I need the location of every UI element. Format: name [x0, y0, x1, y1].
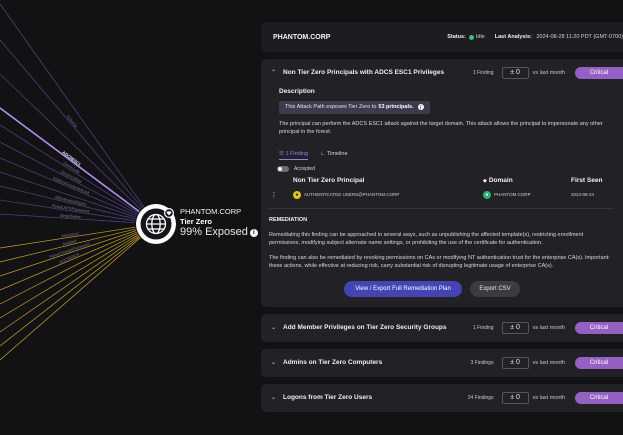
domain-title: PHANTOM.CORP: [273, 33, 331, 41]
tab-findings-label: 1 Finding: [285, 150, 309, 157]
finding-count: 24 Findings: [467, 394, 494, 401]
kebab-icon[interactable]: ⋮: [269, 191, 279, 199]
delta-label: vs last month: [532, 324, 565, 331]
principal-cell: ● AUTHENTICATED USERS@PHANTOM.CORP: [293, 190, 483, 199]
info-icon[interactable]: i: [249, 228, 258, 237]
node-name: PHANTOM.CORP: [180, 207, 242, 216]
tab-timeline-label: Timeline: [326, 151, 348, 157]
description-text: The principal can perform the ADCS ESC1 …: [279, 120, 603, 136]
exposure-text: 99% Exposed: [180, 226, 248, 238]
tab-timeline[interactable]: ∟ Timeline: [320, 151, 347, 159]
findings-panel: PHANTOM.CORP Status: Idle Last Analysis:…: [261, 22, 623, 435]
chevron-down-icon[interactable]: ⌄: [271, 394, 277, 401]
exposure-prefix: This Attack Path exposes Tier Zero to: [285, 104, 377, 110]
last-analysis: Last Analysis: 2024-08-28 11:20 PDT (GMT…: [495, 34, 623, 40]
last-analysis-label: Last Analysis:: [494, 34, 532, 40]
status-label: Status:: [447, 34, 466, 40]
status-indicator: Status: Idle: [447, 34, 485, 40]
severity-badge: Critical: [575, 391, 623, 404]
exposure-summary: This Attack Path exposes Tier Zero to 53…: [279, 100, 430, 114]
severity-badge: Critical: [575, 356, 623, 369]
chevron-up-icon[interactable]: ⌃: [271, 69, 277, 76]
status-value: Idle: [475, 34, 485, 40]
finding-card-add-member[interactable]: ⌄ Add Member Privileges on Tier Zero Sec…: [261, 313, 623, 342]
node-info: PHANTOM.CORP Tier Zero 99% Exposed i: [180, 208, 262, 238]
finding-count: 3 Findings: [470, 359, 494, 366]
finding-header[interactable]: ⌄ Logons from Tier Zero Users 24 Finding…: [261, 384, 623, 412]
table-row[interactable]: ⋮ ● AUTHENTICATED USERS@PHANTOM.CORP ● P…: [269, 188, 613, 202]
column-domain[interactable]: Domain: [483, 177, 571, 184]
severity-badge: Critical: [575, 321, 623, 334]
view-remediation-plan-button[interactable]: View / Export Full Remediation Plan: [344, 280, 462, 297]
chevron-down-icon[interactable]: ⌄: [271, 324, 277, 331]
accepted-filter: Accepted: [277, 165, 613, 172]
column-principal[interactable]: Non Tier Zero Principal: [293, 177, 483, 184]
finding-details: Description This Attack Path exposes Tie…: [261, 86, 623, 307]
finding-count: 1 Finding: [473, 69, 494, 76]
finding-card-adcs-esc1: ⌃ Non Tier Zero Principals with ADCS ESC…: [261, 59, 623, 307]
delta-label: vs last month: [532, 359, 565, 366]
remediation-text-1: Remediating this finding can be approach…: [269, 231, 584, 247]
domain-cell: ● PHANTOM.CORP: [483, 190, 571, 199]
export-csv-button[interactable]: Export CSV: [470, 280, 520, 297]
finding-header[interactable]: ⌄ Admins on Tier Zero Computers 3 Findin…: [261, 349, 623, 377]
delta-stepper: ± 0: [501, 321, 529, 334]
list-icon: ☰: [279, 150, 284, 157]
remediation-heading: REMEDIATION: [269, 216, 308, 223]
info-icon[interactable]: i: [417, 104, 424, 110]
delta-label: vs last month: [532, 69, 565, 76]
severity-badge: Critical: [575, 66, 623, 79]
status-dot-icon: [468, 34, 474, 40]
tab-findings[interactable]: ☰ 1 Finding: [279, 150, 309, 160]
delta-stepper: ± 0: [501, 391, 529, 404]
graph-edge-labels: SchemaADCSESC1GenericAllGenericWriteAddK…: [49, 114, 91, 265]
finding-title: Add Member Privileges on Tier Zero Secur…: [283, 324, 447, 331]
remediation-text-2: The finding can also be remediated by re…: [269, 254, 610, 270]
globe-icon: ●: [483, 190, 491, 199]
tier-zero-node[interactable]: [136, 204, 176, 244]
finding-tabs: ☰ 1 Finding ∟ Timeline: [279, 151, 613, 160]
accepted-label: Accepted: [294, 165, 315, 172]
finding-title: Non Tier Zero Principals with ADCS ESC1 …: [283, 69, 445, 76]
graph-edge[interactable]: [0, 236, 140, 347]
remediation-section: REMEDIATION Remediating this finding can…: [269, 207, 613, 297]
accepted-toggle[interactable]: [277, 165, 289, 172]
finding-count: 1 Finding: [473, 324, 494, 331]
node-tier: Tier Zero: [180, 216, 212, 226]
table-header: Non Tier Zero Principal Domain First See…: [279, 177, 613, 184]
remediation-actions: View / Export Full Remediation Plan Expo…: [269, 280, 605, 297]
heart-shield-icon: [164, 208, 174, 218]
finding-card-admins[interactable]: ⌄ Admins on Tier Zero Computers 3 Findin…: [261, 348, 623, 377]
delta-label: vs last month: [532, 394, 565, 401]
finding-title: Logons from Tier Zero Users: [283, 394, 373, 401]
domain-header: PHANTOM.CORP Status: Idle Last Analysis:…: [261, 22, 623, 52]
chevron-down-icon[interactable]: ⌄: [271, 359, 277, 366]
description-heading: Description: [279, 88, 315, 95]
exposure-count: 53 principals.: [378, 104, 414, 110]
first-seen-date: 2024-08-24: [571, 192, 595, 197]
chart-line-icon: ∟: [320, 151, 326, 157]
last-analysis-value: 2024-08-28 11:20 PDT (GMT-0700): [536, 34, 623, 40]
graph-edge[interactable]: [0, 73, 142, 210]
delta-stepper: ± 0: [501, 356, 529, 369]
finding-header[interactable]: ⌄ Add Member Privileges on Tier Zero Sec…: [261, 314, 623, 342]
finding-card-logons[interactable]: ⌄ Logons from Tier Zero Users 24 Finding…: [261, 383, 623, 412]
user-group-icon: ●: [293, 190, 301, 199]
node-exposure: 99% Exposed i: [180, 227, 262, 238]
delta-stepper: ± 0: [501, 66, 529, 79]
finding-title: Admins on Tier Zero Computers: [283, 359, 383, 366]
finding-header[interactable]: ⌃ Non Tier Zero Principals with ADCS ESC…: [261, 59, 623, 86]
principal-name: AUTHENTICATED USERS@PHANTOM.CORP: [304, 192, 400, 197]
column-first-seen[interactable]: First Seen: [571, 177, 602, 184]
edge-label: Schema: [65, 114, 79, 129]
domain-name: PHANTOM.CORP: [494, 192, 531, 197]
